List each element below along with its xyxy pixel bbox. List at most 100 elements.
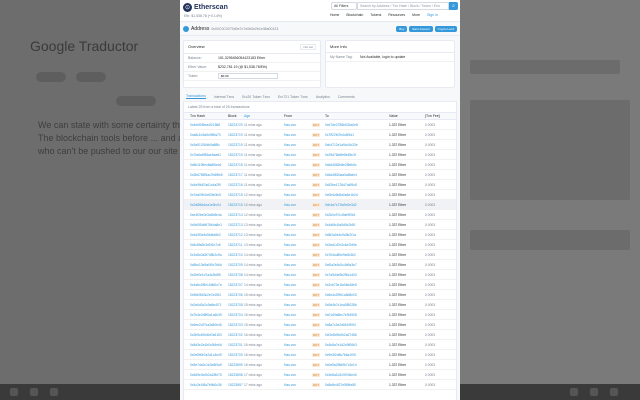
txn-hash-link[interactable]: 0x1e8c0a3f7d5b2c9a — [190, 253, 228, 257]
to-link[interactable]: 0x9e3f2d8c7b6a1f05 — [325, 353, 389, 357]
txn-hash-link[interactable]: 0x3b6785f5ac7b6f8e5 — [190, 173, 228, 177]
txn-hash-link[interactable]: 0x2b9c4f0e8d7a6153 — [190, 333, 228, 337]
block-link[interactable]: 15223719 — [228, 153, 244, 157]
from-link[interactable]: Has.von — [284, 263, 312, 267]
block-link[interactable]: 15223698 — [228, 373, 244, 377]
from-link[interactable]: Has.von — [284, 303, 312, 307]
to-link[interactable]: 0x7ff22fd7b4c8f3d1 — [325, 133, 389, 137]
txn-hash-link[interactable]: 0x4e6f0f5ea4f21568 — [190, 123, 228, 127]
tab-erc20[interactable]: Erc20 Token Txns — [242, 95, 270, 99]
taskbar-icon[interactable] — [610, 388, 618, 396]
from-link[interactable]: Has.von — [284, 203, 312, 207]
txn-hash-link[interactable]: 0x9fd06b3c2e7a1f84 — [190, 293, 228, 297]
taskbar-icon[interactable] — [10, 388, 18, 396]
from-link[interactable]: Has.von — [284, 373, 312, 377]
from-link[interactable]: Has.von — [284, 133, 312, 137]
tab-transactions[interactable]: Transactions — [186, 94, 206, 99]
block-link[interactable]: 15223708 — [228, 273, 244, 277]
to-link[interactable]: 0x9d4b7c1ea3f5028b — [325, 303, 389, 307]
block-link[interactable]: 15223700 — [228, 353, 244, 357]
block-link[interactable]: 15223717 — [228, 173, 244, 177]
to-link[interactable]: 0x3e8a1b2c9f7d6e40 — [325, 373, 389, 377]
from-link[interactable]: Has.von — [284, 143, 312, 147]
block-link[interactable]: 15223707 — [228, 283, 244, 287]
crypto-lend-button[interactable]: Crypto Lend — [434, 25, 457, 32]
block-link[interactable]: 15223705 — [228, 303, 244, 307]
to-link[interactable]: 0x2b0c97c4fde9f0b1 — [325, 213, 389, 217]
from-link[interactable]: Has.von — [284, 123, 312, 127]
txn-hash-link[interactable]: 0x7ea09b1e60fe0fc5 — [190, 193, 228, 197]
txn-hash-link[interactable]: 0x4d3f3e4c5fd6a9b2 — [190, 233, 228, 237]
block-link[interactable]: 15223712 — [228, 233, 244, 237]
from-link[interactable]: Has.von — [284, 353, 312, 357]
txn-hash-link[interactable]: 0x4a6c2f8e1b9d0c7a — [190, 283, 228, 287]
search-icon[interactable]: ⌕ — [449, 2, 458, 10]
from-link[interactable]: Has.von — [284, 283, 312, 287]
block-link[interactable]: 15223716 — [228, 183, 244, 187]
from-link[interactable]: Has.von — [284, 253, 312, 257]
from-link[interactable]: Has.von — [284, 333, 312, 337]
block-link[interactable]: 15223713 — [228, 223, 244, 227]
from-link[interactable]: Has.von — [284, 183, 312, 187]
block-link[interactable]: 15223719 — [228, 143, 244, 147]
block-link[interactable]: 15223719 — [228, 133, 244, 137]
block-link[interactable]: 15223715 — [228, 203, 244, 207]
txn-hash-link[interactable]: 0x8bd13e5a0f9c7b6d — [190, 263, 228, 267]
block-link[interactable]: 15223701 — [228, 343, 244, 347]
block-link[interactable]: 15223718 — [228, 163, 244, 167]
from-link[interactable]: Has.von — [284, 193, 312, 197]
txn-hash-link[interactable]: 0x4e9fb87a61c4a2f9 — [190, 183, 228, 187]
txn-hash-link[interactable]: 0xa8c1b3a5c9f6fa73 — [190, 133, 228, 137]
tab-internal-txns[interactable]: Internal Txns — [214, 95, 234, 99]
to-link[interactable]: 0x4b8a7e1d2c9f06b3 — [325, 343, 389, 347]
taskbar-icon[interactable] — [30, 388, 38, 396]
txn-hash-link[interactable]: 0x7b4e2d8f0a1c6b39 — [190, 313, 228, 317]
txn-hash-link[interactable]: 0x7fa6a6f55ae6aa61 — [190, 153, 228, 157]
token-dropdown[interactable]: $0.00 — [218, 73, 278, 79]
txn-hash-link[interactable]: 0xe4f2be0c3c6b8e4a — [190, 213, 228, 217]
tab-erc721[interactable]: Erc721 Token Txns — [278, 95, 308, 99]
block-link[interactable]: 15223697 — [228, 383, 244, 387]
to-link[interactable]: 0x2cb73e1fa06d48e5 — [325, 283, 389, 287]
to-link[interactable]: 0x7a9d4e5b2f8c1d03 — [325, 273, 389, 277]
menu-blockchain[interactable]: Blockchain — [346, 13, 363, 17]
filter-select[interactable]: All Filters — [331, 2, 357, 10]
txn-hash-link[interactable]: 0x8b1195ec8a8f6ec6 — [190, 163, 228, 167]
txn-hash-link[interactable]: 0x3e512f1fdb5a8f8c — [190, 143, 228, 147]
address-value[interactable]: 0x00C0C0270d0e7c7e0b0e2b1e38a00123 — [211, 27, 278, 31]
to-link[interactable]: 0xf1e8d9c0b2a37456 — [325, 333, 389, 337]
to-link[interactable]: 0x01d9a6bc7e3f4508 — [325, 313, 389, 317]
block-link[interactable]: 15223720 — [228, 123, 244, 127]
block-link[interactable]: 15223702 — [228, 333, 244, 337]
to-link[interactable]: 0xb4a7c71fa9c0e3d2 — [325, 203, 389, 207]
block-link[interactable]: 15223715 — [228, 193, 244, 197]
col-fee[interactable]: [Txn Fee] — [425, 114, 445, 118]
from-link[interactable]: Has.von — [284, 273, 312, 277]
to-link[interactable]: 0xf0a2e6d1c4b9a3e7 — [325, 263, 389, 267]
from-link[interactable]: Has.von — [284, 163, 312, 167]
block-link[interactable]: 15223710 — [228, 253, 244, 257]
to-link[interactable]: 0x6d4f82baa0a8bde4 — [325, 173, 389, 177]
from-link[interactable]: Has.von — [284, 223, 312, 227]
txn-hash-link[interactable]: 0x4c2e1f8a7b9d0c36 — [190, 383, 228, 387]
tab-comments[interactable]: Comments — [338, 95, 355, 99]
txn-hash-link[interactable]: 0x2d8f6b1ea1ef4c04 — [190, 203, 228, 207]
from-link[interactable]: Has.von — [284, 153, 312, 157]
from-link[interactable]: Has.von — [284, 293, 312, 297]
block-link[interactable]: 15223709 — [228, 263, 244, 267]
txn-hash-link[interactable]: 0x2bf0e1d7a4c3b8f5 — [190, 273, 228, 277]
txn-hash-link[interactable]: 0x6d9e3c0b2a1f8e75 — [190, 373, 228, 377]
to-link[interactable]: 0xb4712e1a9cb1b32e — [325, 143, 389, 147]
menu-tokens[interactable]: Tokens — [370, 13, 381, 17]
taskbar-icon[interactable] — [570, 388, 578, 396]
to-link[interactable]: 0x8f2a0e4c9d3b2f1a — [325, 233, 389, 237]
to-link[interactable]: 0x8a7c3e2d6b1f90f4 — [325, 323, 389, 327]
logo[interactable]: ⊙ Etherscan — [183, 3, 228, 12]
from-link[interactable]: Has.von — [284, 323, 312, 327]
menu-sign-in[interactable]: Sign In — [427, 13, 438, 17]
to-link[interactable]: 0xd7de2786b532a0e8 — [325, 123, 389, 127]
menu-home[interactable]: Home — [330, 13, 339, 17]
txn-hash-link[interactable]: 0x8d3e2a1b0c9f4e6d — [190, 343, 228, 347]
txn-hash-link[interactable]: 0x9d0f5db976b4a8e1 — [190, 223, 228, 227]
from-link[interactable]: Has.von — [284, 363, 312, 367]
